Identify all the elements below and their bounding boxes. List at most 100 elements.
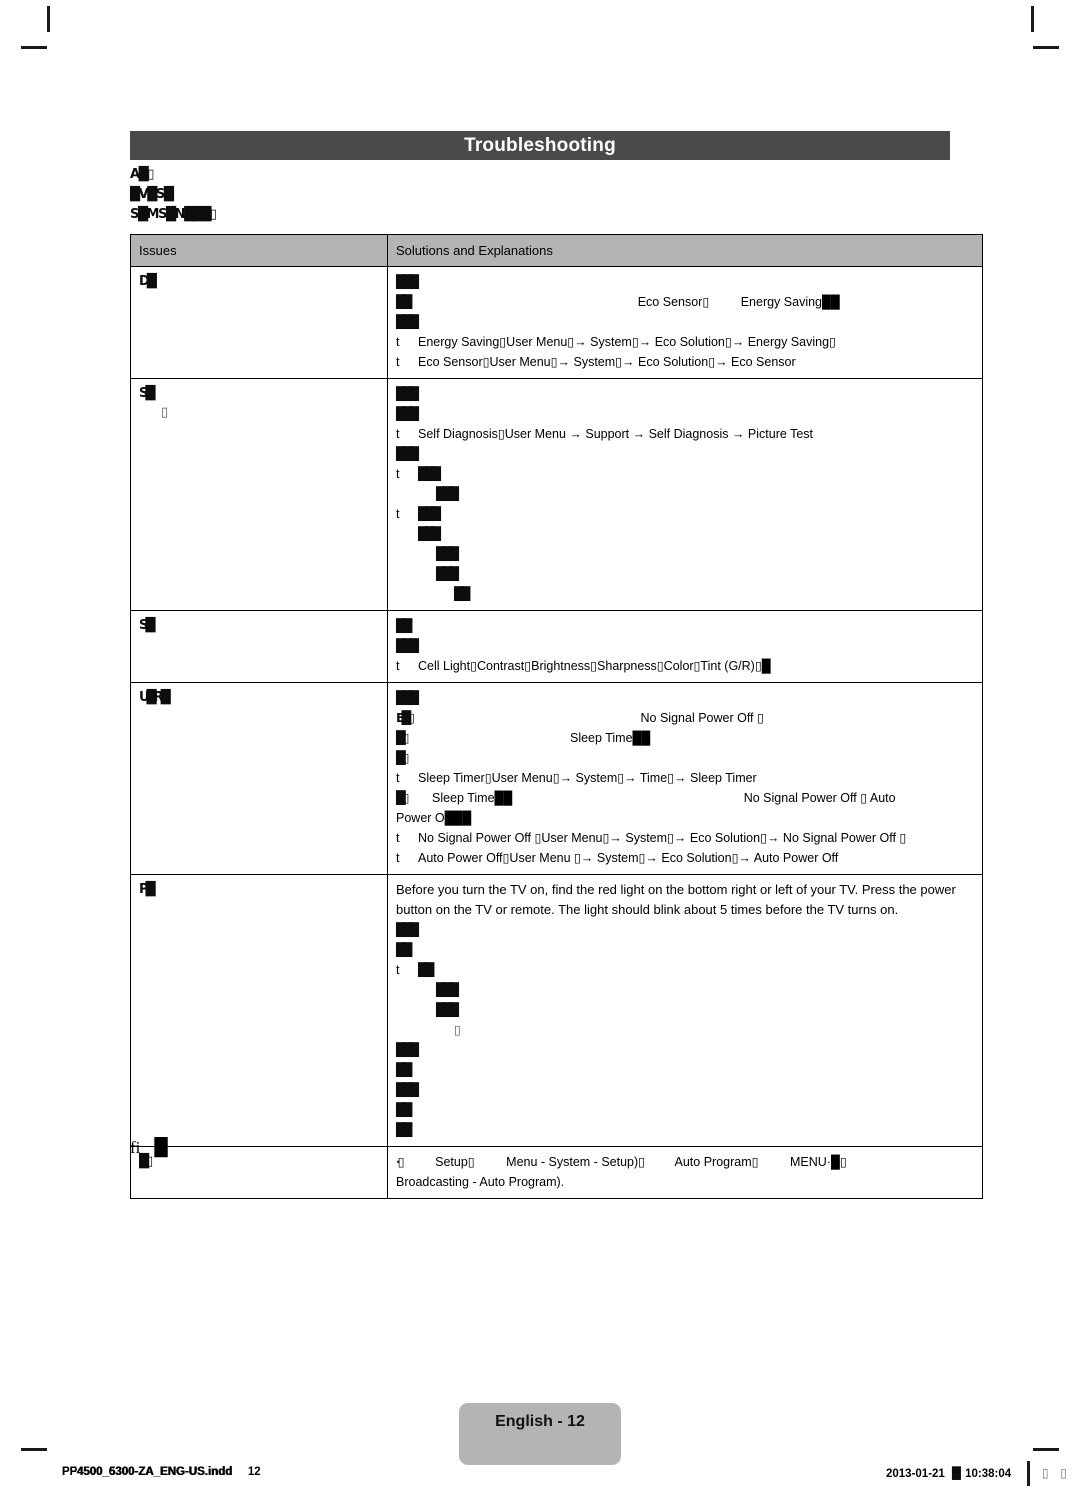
intro-line-2: █V█S█ <box>130 187 174 202</box>
solution-glyph-line: ███ <box>396 1082 419 1097</box>
bullet-text: ███ <box>418 466 441 481</box>
solution-wrap-line: █▯ Sleep Time██ No Signal Power Off ▯ Au… <box>396 788 974 808</box>
solution-glyph-line: █▯ <box>396 750 410 765</box>
bullet-marker: t <box>396 507 400 521</box>
issue-label: S█ <box>139 386 155 401</box>
footer-timestamp: 2013-01-21 █ 10:38:04 <box>886 1466 1011 1480</box>
bullet-text: ██ <box>418 962 434 977</box>
post-table-marker: fi █ <box>130 1136 167 1160</box>
crop-mark-bottom-left-horizontal <box>21 1448 47 1451</box>
solution-plain-line: Broadcasting - Auto Program). <box>396 1175 565 1189</box>
menu-term-energy-saving: Energy Saving██ <box>740 295 840 309</box>
table-row: P█ Before you turn the TV on, find the r… <box>130 874 983 1147</box>
solution-bullet: t ███ <box>396 504 974 524</box>
solution-glyph-line: ███ <box>436 982 459 997</box>
bullet-text: Eco Sensor▯User Menu▯→ System▯→ Eco Solu… <box>418 355 796 369</box>
solution-glyph-line: ███ <box>418 526 441 541</box>
solution-cell: ███ E█▯ No Signal Power Off ▯ █▯ Sleep T… <box>387 682 983 875</box>
bullet-text: No Signal Power Off ▯User Menu▯→ System▯… <box>418 831 907 845</box>
footer-page-number: 12 <box>247 1466 261 1478</box>
intro-line-3: S█MS█N███▯ <box>130 207 217 222</box>
page-number-badge: English - 12 <box>459 1403 621 1465</box>
bullet-text: Energy Saving▯User Menu▯→ System▯→ Eco S… <box>418 335 836 349</box>
line-lead-glyph: █▯ <box>396 730 409 745</box>
solution-bullet: t No Signal Power Off ▯User Menu▯→ Syste… <box>396 828 974 848</box>
solution-glyph-line: ███ <box>396 690 419 705</box>
filename-layer-b: PF4500_6300-ZA_ENG-US.indd <box>62 1466 233 1478</box>
menu-term-eco-sensor: Eco Sensor▯ <box>637 295 710 309</box>
solution-bullet: t Self Diagnosis▯User Menu → Support → S… <box>396 424 974 444</box>
solution-wrap-line-2: Power O███ <box>396 811 472 825</box>
line-lead-glyph: █▯ <box>396 790 409 805</box>
footer-time: 10:38:04 <box>965 1468 1012 1480</box>
page-number-label: English - 12 <box>495 1413 585 1430</box>
solution-glyph-line: ███ <box>396 386 419 401</box>
table-row: S█ ▯ ███ ███ t Self Diagnosis▯User Menu … <box>130 378 983 611</box>
issue-sub-glyph: ▯ <box>161 405 168 420</box>
solution-bullet: t ███ <box>396 464 974 484</box>
issue-cell: P█ <box>130 874 388 1147</box>
solution-glyph-line: ███ <box>396 406 419 421</box>
menu-term-sleep-time: Sleep Time██ <box>569 731 651 745</box>
bullet-marker: t <box>396 335 400 349</box>
solution-glyph-line: ███ <box>396 1042 419 1057</box>
table-row: D█ ███ ██ Eco Sensor▯ Energy Saving██ ██… <box>130 266 983 379</box>
bullet-marker: t <box>396 427 400 441</box>
issue-cell: S█ <box>130 610 388 683</box>
issue-cell: █▯ <box>130 1146 388 1199</box>
solution-bullet: t Sleep Timer▯User Menu▯→ System▯→ Time▯… <box>396 768 974 788</box>
column-header-issues: Issues <box>130 234 388 267</box>
bullet-marker: t <box>396 355 400 369</box>
issue-label: █▯ <box>139 1154 153 1169</box>
menu-term-setup: Setup▯ <box>435 1155 475 1169</box>
footer-filename: PP4500_5300-ZA_ENG-US.indd PF4500_6300-Z… <box>62 1466 261 1478</box>
solution-glyph-line: ███ <box>436 486 459 501</box>
solution-glyph-line: ███ <box>436 1002 459 1017</box>
menu-button-menu: MENU·█▯ <box>790 1155 847 1169</box>
bullet-text: Auto Power Off▯User Menu ▯→ System▯→ Eco… <box>418 851 839 865</box>
menu-path-menu-system-setup: Menu - System - Setup)▯ <box>506 1155 646 1169</box>
bullet-marker: t <box>396 963 400 977</box>
solution-glyph-line: ███ <box>396 314 419 329</box>
solution-glyph-line: ███ <box>436 566 459 581</box>
table-row: S█ ██ ███ t Cell Light▯Contrast▯Brightne… <box>130 610 983 683</box>
menu-term-sleep-time: Sleep Time██ <box>431 791 513 805</box>
line-lead-glyph: E█▯ <box>396 710 415 725</box>
solution-glyph-line: ██ <box>396 618 412 633</box>
solution-glyph-line: ███ <box>396 638 419 653</box>
solution-mixed-line: █▯ Sleep Time██ <box>396 728 974 748</box>
intro-block: A█▯ █V█S█ S█MS█N███▯ <box>130 165 530 225</box>
footer-trailing-glyphs: ▯ ▯ <box>1042 1466 1072 1480</box>
footer-divider-bar <box>1027 1461 1030 1486</box>
bullet-marker: t <box>396 771 400 785</box>
bullet-text: Cell Light▯Contrast▯Brightness▯Sharpness… <box>418 659 771 673</box>
table-row: █▯ ·▯ Setup▯ Menu - System - Setup)▯ Aut… <box>130 1146 983 1199</box>
crop-mark-top-right-horizontal <box>1033 46 1059 49</box>
solution-cell: ██ ███ t Cell Light▯Contrast▯Brightness▯… <box>387 610 983 683</box>
menu-term-no-signal-power-off: No Signal Power Off ▯ <box>640 711 764 725</box>
solution-glyph-line: ██ <box>396 1102 412 1117</box>
bullet-marker: t <box>396 467 400 481</box>
solution-setup-line: ·▯ Setup▯ Menu - System - Setup)▯ Auto P… <box>396 1152 974 1172</box>
crop-mark-top-left-horizontal <box>21 46 47 49</box>
issue-label: U█R█ <box>139 690 171 705</box>
box-glyph: █ <box>154 1138 167 1158</box>
solution-glyph-line: ██ <box>454 586 470 601</box>
table-row: U█R█ ███ E█▯ No Signal Power Off ▯ █▯ Sl… <box>130 682 983 875</box>
menu-term-no-signal-auto: No Signal Power Off ▯ Auto <box>743 791 896 805</box>
issue-label: P█ <box>139 882 156 897</box>
solution-paragraph: Before you turn the TV on, find the red … <box>396 882 956 917</box>
bullet-text: Sleep Timer▯User Menu▯→ System▯→ Time▯→ … <box>418 771 757 785</box>
bullet-marker: t <box>396 851 400 865</box>
solution-glyph-line: ██ <box>396 1122 412 1137</box>
solution-glyph-line: ███ <box>396 274 419 289</box>
solution-bullet: t ██ <box>396 960 974 980</box>
solution-cell: ███ ███ t Self Diagnosis▯User Menu → Sup… <box>387 378 983 611</box>
issue-cell: S█ ▯ <box>130 378 388 611</box>
bullet-text: Self Diagnosis▯User Menu → Support → Sel… <box>418 427 814 441</box>
line-lead-glyph: ·▯ <box>396 1154 404 1169</box>
line-lead-glyph: ██ <box>396 294 412 309</box>
issue-cell: U█R█ <box>130 682 388 875</box>
crop-mark-top-right-vertical <box>1031 6 1034 32</box>
bullet-marker: t <box>396 659 400 673</box>
